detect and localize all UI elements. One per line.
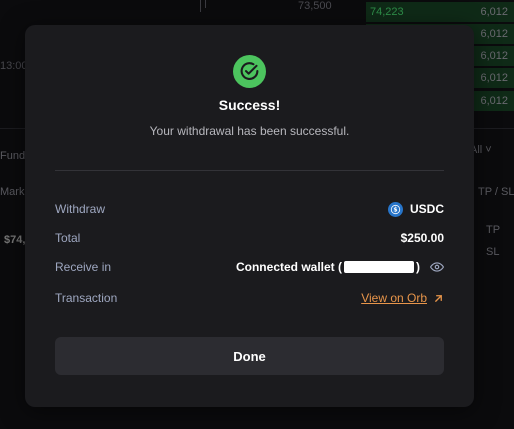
wallet-prefix: Connected wallet ( xyxy=(235,260,342,274)
svg-text:$: $ xyxy=(393,206,397,213)
orderbook-size: 6,012 xyxy=(480,6,508,18)
orderbook-size: 6,012 xyxy=(480,28,508,40)
tp-label: TP xyxy=(486,224,501,236)
orderbook-size: 6,012 xyxy=(480,95,508,107)
withdraw-row: Withdraw $ USDC xyxy=(55,200,444,218)
total-row: Total $250.00 xyxy=(55,229,444,247)
price-value: $74, xyxy=(4,234,26,246)
withdraw-asset-label: USDC xyxy=(409,202,444,216)
chart-candle xyxy=(200,0,201,12)
done-button[interactable]: Done xyxy=(55,337,444,375)
orderbook-row[interactable]: 74,223 6,012 xyxy=(366,2,514,22)
chart-price-label: 73,500 xyxy=(298,0,332,12)
check-circle-icon xyxy=(233,55,266,88)
orderbook-size: 6,012 xyxy=(480,50,508,62)
receive-value: Connected wallet ( ) xyxy=(236,260,444,274)
withdraw-asset: $ USDC xyxy=(387,201,444,217)
chart-time-label: 13:00 xyxy=(0,60,28,72)
orderbook-price: 74,223 xyxy=(370,6,404,18)
masked-wallet-address xyxy=(344,261,414,273)
modal-title: Success! xyxy=(218,97,281,113)
chart-candle xyxy=(205,0,206,8)
modal-divider xyxy=(55,170,444,171)
modal-subtitle: Your withdrawal has been successful. xyxy=(149,124,350,138)
total-value: $250.00 xyxy=(400,231,444,245)
view-on-orb-link[interactable]: View on Orb xyxy=(361,291,444,305)
orderbook-size: 6,012 xyxy=(480,72,508,84)
transaction-label: Transaction xyxy=(55,291,118,305)
eye-icon[interactable] xyxy=(430,260,444,274)
withdraw-success-modal: Success! Your withdrawal has been succes… xyxy=(25,25,474,407)
view-on-orb-label: View on Orb xyxy=(361,291,427,305)
wallet-suffix: ) xyxy=(416,260,420,274)
transaction-row: Transaction View on Orb xyxy=(55,289,444,307)
external-link-icon xyxy=(433,293,444,304)
sl-label: SL xyxy=(486,246,500,258)
funding-label: Fundi xyxy=(0,150,28,162)
total-label: Total xyxy=(55,231,81,245)
withdraw-label: Withdraw xyxy=(55,202,106,216)
receive-label: Receive in xyxy=(55,260,112,274)
tpsl-header: TP / SL xyxy=(478,186,514,198)
receive-row: Receive in Connected wallet ( ) xyxy=(55,258,444,276)
usdc-icon: $ xyxy=(387,201,403,217)
